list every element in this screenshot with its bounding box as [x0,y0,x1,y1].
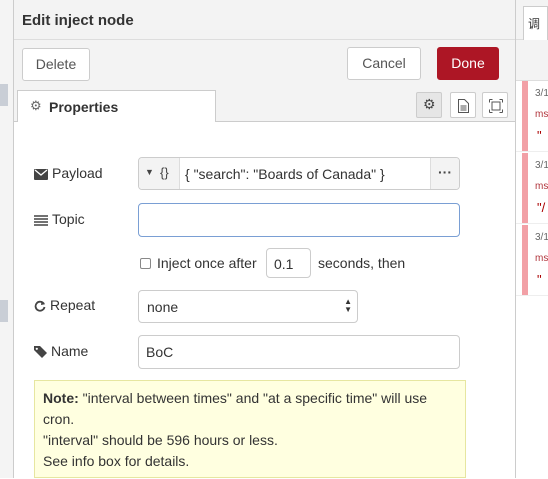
panel-header: Edit inject node [14,0,515,40]
debug-source: ms [535,109,548,120]
inject-once-label: Inject once after [157,255,257,271]
cron-note: Note: "interval between times" and "at a… [34,380,466,478]
name-input[interactable]: BoC [138,335,460,369]
payload-input[interactable]: ▼ {} { "search": "Boards of Canada" } ··… [138,157,460,190]
delete-button[interactable]: Delete [22,48,90,81]
note-bold-label: Note: [43,390,79,406]
debug-time: 3/1 [535,160,548,171]
note-line-2: "interval" should be 596 hours or less. [43,432,278,448]
workspace-edge [0,0,14,478]
repeat-label: Repeat [34,297,95,313]
inject-once-checkbox[interactable] [140,258,151,269]
debug-message[interactable]: 3/1 ms "/ [516,153,548,224]
note-line-3: See info box for details. [43,453,190,469]
topic-input[interactable] [138,203,460,237]
list-icon [34,215,48,226]
name-label: Name [34,343,88,359]
inject-once-suffix: seconds, then [318,255,406,271]
gear-icon: ⚙ [423,96,436,112]
debug-message[interactable]: 3/1 ms " [516,81,548,152]
workspace-node-fragment [0,84,8,106]
debug-time: 3/1 [535,88,548,99]
tab-description-button[interactable] [450,92,476,118]
ellipsis-icon[interactable]: ··· [430,158,459,189]
json-type-icon: {} [160,165,169,180]
select-arrows-icon: ▲ ▼ [344,297,352,314]
debug-preview: " [537,272,542,287]
inject-delay-input[interactable]: 0.1 [266,248,311,278]
envelope-icon [34,169,48,180]
payload-type-select[interactable]: ▼ {} [139,158,180,189]
tab-appearance-button[interactable] [482,92,508,118]
repeat-select[interactable]: none ▲ ▼ [138,290,358,323]
workspace-node-fragment [0,300,8,322]
payload-label: Payload [34,165,103,181]
description-icon [458,99,469,113]
debug-source: ms [535,253,548,264]
debug-preview: "/ [537,200,546,215]
debug-sidebar: 调 3/1 ms " 3/1 ms "/ 3/1 ms " [516,0,548,479]
panel-toolbar: Delete Cancel Done [14,40,515,92]
edit-panel: Edit inject node Delete Cancel Done ⚙ Pr… [14,0,516,478]
sidebar-tab-debug[interactable]: 调 [523,6,548,40]
debug-error-bar [522,225,528,295]
caret-down-icon: ▼ [145,167,154,177]
repeat-value: none [147,299,179,315]
done-button[interactable]: Done [437,47,499,80]
appearance-icon [489,99,503,113]
debug-preview: " [537,128,542,143]
tab-properties[interactable]: ⚙ Properties [17,90,216,122]
note-line-1: "interval between times" and "at a speci… [43,390,428,427]
debug-message[interactable]: 3/1 ms " [516,225,548,296]
debug-error-bar [522,81,528,151]
debug-error-bar [522,153,528,223]
debug-source: ms [535,181,548,192]
topic-label: Topic [34,211,85,227]
tab-properties-label: Properties [49,99,119,115]
cancel-button[interactable]: Cancel [347,47,421,80]
tab-bar: ⚙ Properties ⚙ [14,89,515,122]
debug-message-list: 3/1 ms " 3/1 ms "/ 3/1 ms " [516,80,548,479]
gear-icon: ⚙ [30,98,42,113]
debug-time: 3/1 [535,232,548,243]
sidebar-tab-bar: 调 [516,0,548,40]
payload-value: { "search": "Boards of Canada" } [185,166,385,182]
repeat-icon [34,300,46,312]
panel-title: Edit inject node [22,12,134,29]
tag-icon [34,346,47,358]
tab-settings-button[interactable]: ⚙ [416,92,442,118]
